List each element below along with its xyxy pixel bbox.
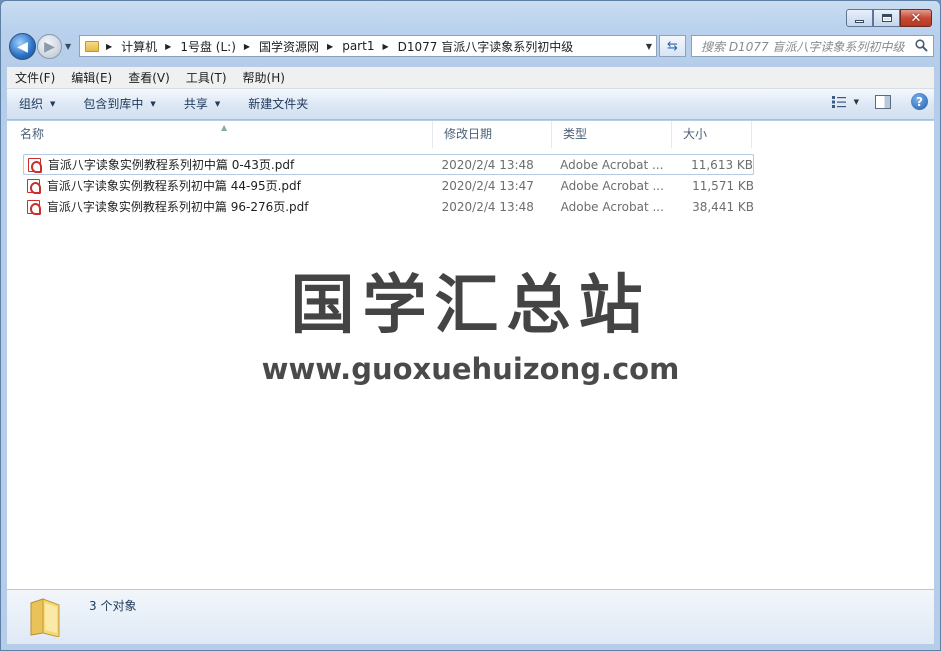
file-name: 盲派八字读象实例教程系列初中篇 44-95页.pdf [46, 179, 301, 193]
breadcrumb-chevron-icon[interactable]: ▶ [327, 42, 333, 51]
minimize-button[interactable] [846, 9, 873, 27]
explorer-window: ✕ ◀ ▶ ▼ ▶ 计算机 ▶ 1号盘 (L:) ▶ 国学资源网 ▶ part1… [0, 0, 941, 651]
file-name: 盲派八字读象实例教程系列初中篇 96-276页.pdf [46, 200, 309, 214]
pdf-file-icon [27, 199, 41, 215]
preview-pane-icon[interactable] [875, 94, 891, 109]
watermark: 国学汇总站 www.guoxuehuizong.com [7, 266, 934, 386]
pdf-file-icon [27, 178, 41, 194]
maximize-button[interactable] [873, 9, 900, 27]
search-placeholder: 搜索 D1077 盲派八字读象系列初中级 [701, 39, 905, 54]
breadcrumb-chevron-icon[interactable]: ▶ [382, 42, 388, 51]
column-name-label: 名称 [20, 127, 45, 141]
watermark-url: www.guoxuehuizong.com [261, 352, 680, 386]
file-row[interactable]: 盲派八字读象实例教程系列初中篇 96-276页.pdf 2020/2/4 13:… [23, 196, 754, 217]
menu-help[interactable]: 帮助(H) [235, 67, 293, 89]
watermark-title: 国学汇总站 [290, 269, 651, 343]
item-count: 3 个对象 [89, 599, 137, 613]
file-type: Adobe Acrobat ... [560, 199, 664, 214]
address-history-dropdown[interactable]: ▼ [646, 42, 652, 51]
chevron-down-icon: ▼ [50, 99, 56, 108]
chevron-down-icon: ▼ [214, 99, 221, 108]
breadcrumb-item[interactable]: part1 [338, 39, 378, 53]
help-icon[interactable]: ? [911, 93, 928, 110]
menu-edit[interactable]: 编辑(E) [63, 67, 120, 89]
file-type: Adobe Acrobat ... [560, 157, 664, 172]
new-folder-button[interactable]: 新建文件夹 [236, 89, 320, 120]
breadcrumb-chevron-icon[interactable]: ▶ [106, 42, 112, 51]
breadcrumb-item[interactable]: 1号盘 (L:) [176, 38, 240, 55]
refresh-icon: ⇆ [667, 38, 678, 54]
menu-tools[interactable]: 工具(T) [178, 67, 235, 89]
file-list-pane: ▲ 名称 修改日期 类型 大小 盲派八字读象实例教程系列初中篇 0-43页.pd… [7, 121, 934, 589]
new-folder-label: 新建文件夹 [248, 96, 309, 111]
include-library-label: 包含到库中 [83, 96, 144, 111]
close-button[interactable]: ✕ [900, 9, 932, 27]
refresh-button[interactable]: ⇆ [659, 35, 686, 57]
folder-icon [30, 598, 60, 637]
view-controls: ▼ ? [831, 93, 928, 110]
column-type-label: 类型 [563, 127, 588, 141]
command-bar: 组织 ▼ 包含到库中 ▼ 共享 ▼ 新建文件夹 ▼ ? [7, 89, 934, 120]
folder-icon [85, 40, 99, 52]
close-icon: ✕ [910, 10, 922, 26]
search-input[interactable]: 搜索 D1077 盲派八字读象系列初中级 [691, 35, 934, 57]
recent-pages-dropdown[interactable]: ▼ [65, 42, 71, 51]
view-options-icon[interactable] [831, 95, 848, 108]
file-size: 38,441 KB [692, 199, 754, 214]
menu-file[interactable]: 文件(F) [7, 67, 63, 89]
maximize-icon [881, 14, 892, 22]
navigation-bar: ◀ ▶ ▼ ▶ 计算机 ▶ 1号盘 (L:) ▶ 国学资源网 ▶ part1 ▶… [7, 33, 934, 61]
menu-bar: 文件(F) 编辑(E) 查看(V) 工具(T) 帮助(H) [7, 67, 934, 89]
minimize-icon [855, 19, 864, 23]
forward-button[interactable]: ▶ [37, 34, 62, 59]
file-date: 2020/2/4 13:47 [441, 178, 534, 193]
sort-ascending-icon: ▲ [221, 123, 228, 132]
file-date: 2020/2/4 13:48 [441, 157, 534, 172]
breadcrumb-chevron-icon[interactable]: ▶ [165, 42, 171, 51]
share-label: 共享 [183, 96, 208, 111]
view-options-dropdown[interactable]: ▼ [854, 98, 859, 106]
back-button[interactable]: ◀ [9, 33, 36, 60]
details-pane: 3 个对象 [7, 589, 934, 644]
file-type: Adobe Acrobat ... [560, 178, 664, 193]
organize-button[interactable]: 组织 ▼ [7, 89, 67, 120]
address-bar[interactable]: ▶ 计算机 ▶ 1号盘 (L:) ▶ 国学资源网 ▶ part1 ▶ D1077… [79, 35, 657, 57]
file-row[interactable]: 盲派八字读象实例教程系列初中篇 44-95页.pdf 2020/2/4 13:4… [23, 175, 754, 196]
column-date-label: 修改日期 [444, 127, 493, 141]
back-arrow-icon: ◀ [17, 38, 28, 55]
column-size-label: 大小 [683, 127, 708, 141]
column-size[interactable]: 大小 [672, 121, 752, 148]
file-size: 11,571 KB [692, 178, 754, 193]
file-name: 盲派八字读象实例教程系列初中篇 0-43页.pdf [47, 158, 295, 172]
forward-arrow-icon: ▶ [44, 38, 55, 55]
file-row[interactable]: 盲派八字读象实例教程系列初中篇 0-43页.pdf 2020/2/4 13:48… [23, 154, 754, 175]
breadcrumb-item[interactable]: D1077 盲派八字读象系列初中级 [394, 38, 578, 55]
file-date: 2020/2/4 13:48 [441, 199, 534, 214]
include-in-library-button[interactable]: 包含到库中 ▼ [71, 89, 167, 120]
file-size: 11,613 KB [691, 157, 753, 172]
breadcrumb-chevron-icon[interactable]: ▶ [244, 42, 250, 51]
chevron-down-icon: ▼ [150, 99, 156, 108]
caption-buttons: ✕ [846, 9, 932, 27]
column-type[interactable]: 类型 [552, 121, 672, 148]
breadcrumb-item[interactable]: 计算机 [117, 38, 161, 55]
breadcrumb-item[interactable]: 国学资源网 [255, 38, 323, 55]
organize-label: 组织 [19, 96, 44, 111]
column-header: ▲ 名称 修改日期 类型 大小 [7, 121, 934, 148]
menu-view[interactable]: 查看(V) [120, 67, 178, 89]
search-icon[interactable] [915, 39, 928, 52]
column-name[interactable]: ▲ 名称 [7, 121, 433, 148]
column-date[interactable]: 修改日期 [433, 121, 552, 148]
pdf-file-icon [28, 157, 42, 173]
